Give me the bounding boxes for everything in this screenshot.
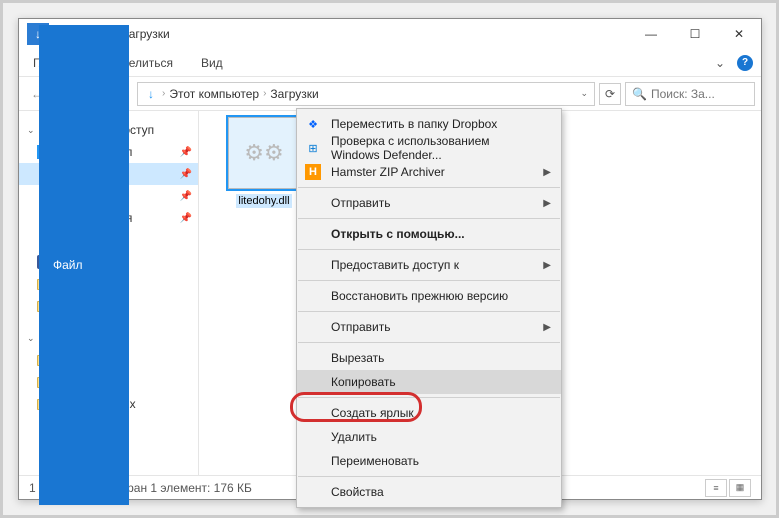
context-separator <box>298 218 560 219</box>
expand-icon: ⌄ <box>27 333 37 344</box>
context-label: Переименовать <box>331 454 419 468</box>
context-separator <box>298 397 560 398</box>
context-item[interactable]: Копировать <box>297 370 561 394</box>
context-item[interactable]: Создать ярлык <box>297 401 561 425</box>
context-label: Открыть с помощью... <box>331 227 465 241</box>
tab-view[interactable]: Вид <box>187 49 237 76</box>
chevron-right-icon: › <box>263 88 266 99</box>
context-label: Hamster ZIP Archiver <box>331 165 445 179</box>
refresh-button[interactable]: ⟳ <box>599 83 621 105</box>
search-icon: 🔍 <box>632 87 647 101</box>
address-bar[interactable]: ↓ › Этот компьютер › Загрузки ⌄ <box>137 82 595 106</box>
submenu-arrow-icon: ▶ <box>543 198 551 209</box>
context-separator <box>298 187 560 188</box>
context-separator <box>298 249 560 250</box>
context-item[interactable]: Удалить <box>297 425 561 449</box>
submenu-arrow-icon: ▶ <box>543 322 551 333</box>
context-separator <box>298 280 560 281</box>
context-label: Свойства <box>331 485 384 499</box>
context-item[interactable]: Открыть с помощью... <box>297 222 561 246</box>
search-box[interactable]: 🔍 <box>625 82 755 106</box>
context-item[interactable]: Отправить ▶ <box>297 191 561 215</box>
context-item[interactable]: HHamster ZIP Archiver▶ <box>297 160 561 184</box>
context-item[interactable]: ⊞Проверка с использованием Windows Defen… <box>297 136 561 160</box>
tab-file[interactable]: Файл <box>39 25 129 505</box>
context-menu: ❖Переместить в папку Dropbox⊞Проверка с … <box>296 108 562 508</box>
context-label: Предоставить доступ к <box>331 258 459 272</box>
view-icons-button[interactable]: ▦ <box>729 479 751 497</box>
nav-row: ← → ▾ ↑ ↓ › Этот компьютер › Загрузки ⌄ … <box>19 77 761 111</box>
minimize-button[interactable]: — <box>629 19 673 49</box>
context-label: Проверка с использованием Windows Defend… <box>331 134 533 162</box>
view-details-button[interactable]: ≡ <box>705 479 727 497</box>
context-item[interactable]: Свойства <box>297 480 561 504</box>
context-item[interactable]: ❖Переместить в папку Dropbox <box>297 112 561 136</box>
pin-icon: 📌 <box>180 169 192 180</box>
file-thumbnail: ⚙⚙ <box>228 117 300 189</box>
chevron-right-icon: › <box>162 88 165 99</box>
location-icon: ↓ <box>144 87 158 101</box>
context-separator <box>298 342 560 343</box>
context-item[interactable]: Восстановить прежнюю версию <box>297 284 561 308</box>
breadcrumb-root[interactable]: Этот компьютер <box>169 87 259 101</box>
context-label: Создать ярлык <box>331 406 414 420</box>
context-label: Переместить в папку Dropbox <box>331 117 497 131</box>
context-label: Вырезать <box>331 351 384 365</box>
ribbon-expand-icon[interactable]: ⌄ <box>711 54 729 72</box>
context-label: Восстановить прежнюю версию <box>331 289 508 303</box>
maximize-button[interactable]: ☐ <box>673 19 717 49</box>
context-separator <box>298 476 560 477</box>
context-label: Отправить <box>331 320 391 334</box>
context-item[interactable]: Переименовать <box>297 449 561 473</box>
help-icon[interactable]: ? <box>737 55 753 71</box>
context-label: Копировать <box>331 375 396 389</box>
dll-gears-icon: ⚙⚙ <box>244 140 283 166</box>
address-dropdown-icon[interactable]: ⌄ <box>580 88 588 99</box>
context-item[interactable]: Предоставить доступ к ▶ <box>297 253 561 277</box>
search-input[interactable] <box>651 87 741 101</box>
submenu-arrow-icon: ▶ <box>543 167 551 178</box>
expand-icon: ⌄ <box>27 125 37 136</box>
ribbon-tabs: Файл Главная Поделиться Вид ⌄ ? <box>19 49 761 77</box>
pin-icon: 📌 <box>180 147 192 158</box>
titlebar: ↓ ▼ ▾ Загрузки — ☐ ✕ <box>19 19 761 49</box>
file-name: litedohy.dll <box>236 194 291 208</box>
context-label: Отправить <box>331 196 391 210</box>
context-item[interactable]: Отправить ▶ <box>297 315 561 339</box>
submenu-arrow-icon: ▶ <box>543 260 551 271</box>
context-separator <box>298 311 560 312</box>
pin-icon: 📌 <box>180 213 192 224</box>
context-label: Удалить <box>331 430 377 444</box>
pin-icon: 📌 <box>180 191 192 202</box>
breadcrumb-current[interactable]: Загрузки <box>270 87 318 101</box>
close-button[interactable]: ✕ <box>717 19 761 49</box>
context-item[interactable]: Вырезать <box>297 346 561 370</box>
